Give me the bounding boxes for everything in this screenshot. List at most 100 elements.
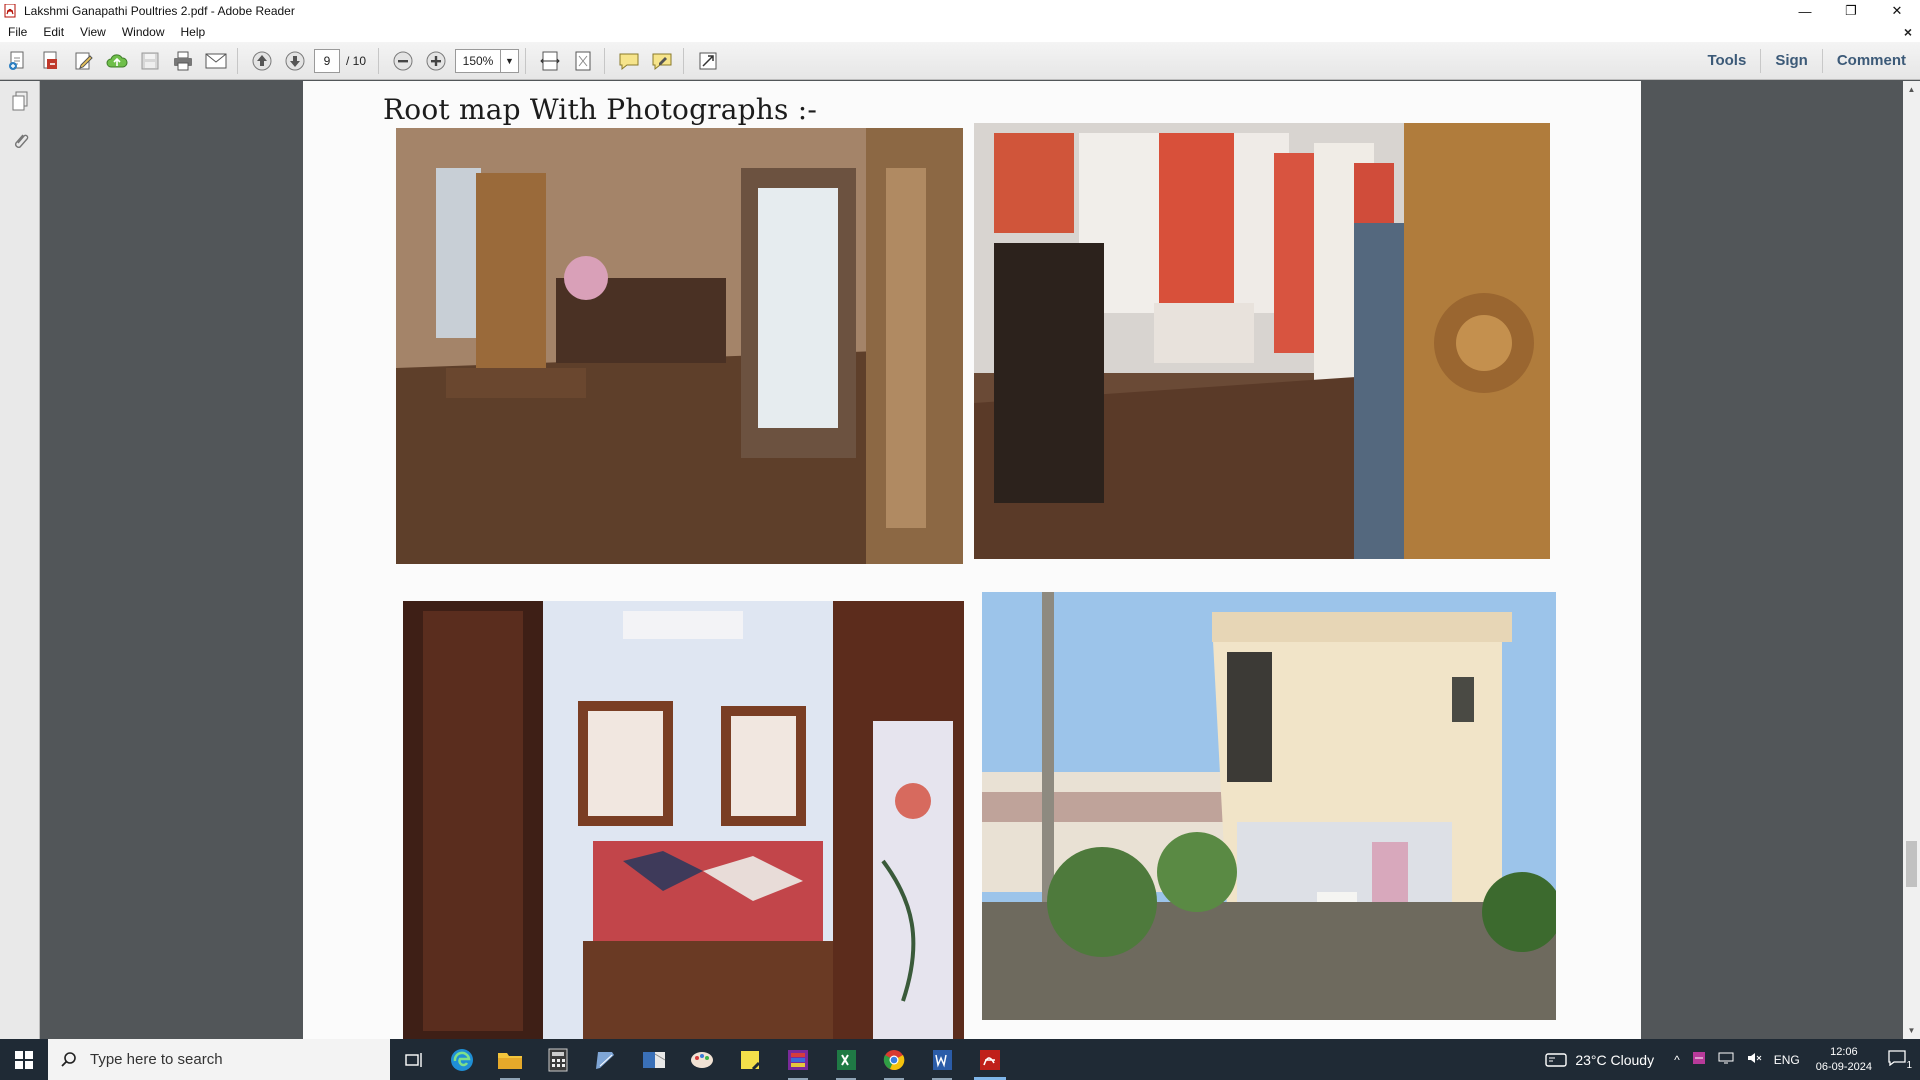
minimize-button[interactable]: — <box>1782 0 1828 22</box>
attachments-button[interactable] <box>0 121 40 161</box>
save-button[interactable] <box>135 46 165 76</box>
menu-file[interactable]: File <box>0 25 35 39</box>
network-icon[interactable] <box>1718 1051 1734 1068</box>
mail-app-icon <box>643 1051 666 1068</box>
highlighter-icon <box>652 53 672 70</box>
notification-center-button[interactable]: 1 <box>1888 1050 1912 1071</box>
system-tray: 23°C Cloudy ^ ENG 12:06 06-09-2024 1 <box>1545 1039 1920 1080</box>
start-button[interactable] <box>0 1039 48 1080</box>
printer-icon <box>174 51 192 70</box>
email-button[interactable] <box>201 46 231 76</box>
search-placeholder: Type here to search <box>90 1051 223 1068</box>
cloud-store-button[interactable] <box>102 46 132 76</box>
taskbar-notes-button[interactable] <box>582 1039 630 1080</box>
windows-taskbar: Type here to search 23°C Cloudy ^ ENG 12… <box>0 1039 1920 1080</box>
window-controls: — ❐ ✕ <box>1782 0 1920 22</box>
volume-muted-icon[interactable] <box>1746 1051 1762 1068</box>
paperclip-icon <box>15 134 29 148</box>
page-number-input[interactable]: 9 <box>314 48 340 73</box>
taskbar-search-box[interactable]: Type here to search <box>48 1039 390 1080</box>
taskbar-clock[interactable]: 12:06 06-09-2024 <box>1816 1045 1872 1075</box>
sticky-note-button[interactable] <box>614 46 644 76</box>
fit-width-button[interactable] <box>535 46 565 76</box>
close-button[interactable]: ✕ <box>1874 0 1920 22</box>
comment-pane-button[interactable]: Comment <box>1821 49 1920 73</box>
taskbar-chrome-button[interactable] <box>870 1039 918 1080</box>
taskbar-edge-button[interactable] <box>438 1039 486 1080</box>
vertical-scrollbar[interactable]: ▲ ▼ <box>1903 81 1920 1039</box>
weather-widget[interactable]: 23°C Cloudy <box>1545 1052 1654 1068</box>
previous-page-button[interactable] <box>247 46 277 76</box>
zoom-out-button[interactable] <box>388 46 418 76</box>
scroll-down-button[interactable]: ▼ <box>1903 1022 1920 1039</box>
arrow-up-icon <box>252 51 272 70</box>
photo-bedroom <box>403 601 964 1039</box>
page-thumbnails-button[interactable] <box>0 81 40 121</box>
tray-app-icon[interactable] <box>1692 1051 1706 1068</box>
cloud-upload-icon <box>106 53 128 67</box>
taskbar-file-explorer-button[interactable] <box>486 1039 534 1080</box>
menu-edit[interactable]: Edit <box>35 25 72 39</box>
fit-page-button[interactable] <box>568 46 598 76</box>
photo-kitchen <box>974 123 1550 559</box>
restore-button[interactable]: ❐ <box>1828 0 1874 22</box>
taskbar-excel-button[interactable] <box>822 1039 870 1080</box>
menu-help[interactable]: Help <box>173 25 214 39</box>
chrome-icon <box>883 1049 905 1070</box>
photo-building-exterior <box>982 592 1556 1020</box>
chevron-up-icon[interactable]: ^ <box>1674 1053 1680 1067</box>
edit-pdf-button[interactable] <box>69 46 99 76</box>
task-pane-links: Tools Sign Comment <box>1693 42 1920 80</box>
taskbar-outlook-button[interactable] <box>630 1039 678 1080</box>
menu-view[interactable]: View <box>72 25 114 39</box>
scroll-up-button[interactable]: ▲ <box>1903 81 1920 98</box>
windows-logo-icon <box>15 1050 33 1069</box>
title-bar: Lakshmi Ganapathi Poultries 2.pdf - Adob… <box>0 0 1920 22</box>
print-button[interactable] <box>168 46 198 76</box>
taskbar-word-button[interactable] <box>918 1039 966 1080</box>
task-view-button[interactable] <box>390 1039 438 1080</box>
weather-icon <box>1545 1052 1568 1067</box>
envelope-icon <box>205 53 227 68</box>
sticky-notes-icon <box>741 1050 761 1070</box>
pages-icon <box>12 91 28 111</box>
toolbar-divider <box>525 47 527 74</box>
menu-window[interactable]: Window <box>114 25 173 39</box>
taskbar-sticky-notes-button[interactable] <box>726 1039 774 1080</box>
notification-count: 1 <box>1906 1060 1912 1071</box>
full-screen-button[interactable] <box>693 46 723 76</box>
close-document-button[interactable]: × <box>1904 24 1912 40</box>
calculator-icon <box>548 1048 568 1071</box>
pdf-page: Root map With Photographs :- <box>303 81 1641 1039</box>
create-pdf-button[interactable] <box>3 46 33 76</box>
create-pdf-icon <box>9 51 24 70</box>
document-viewport[interactable]: Root map With Photographs :- <box>41 81 1903 1039</box>
page-total: / 10 <box>346 53 367 68</box>
highlight-button[interactable] <box>647 46 677 76</box>
chevron-down-icon[interactable]: ▼ <box>501 48 520 73</box>
taskbar-winrar-button[interactable] <box>774 1039 822 1080</box>
taskbar-paint-button[interactable] <box>678 1039 726 1080</box>
search-icon <box>61 1051 76 1067</box>
speech-bubble-icon <box>619 53 639 70</box>
zoom-in-button[interactable] <box>421 46 451 76</box>
input-language[interactable]: ENG <box>1774 1053 1800 1067</box>
zoom-select[interactable]: 150% ▼ <box>455 48 520 73</box>
sign-pane-button[interactable]: Sign <box>1760 49 1822 73</box>
toolbar-divider <box>378 47 380 74</box>
clock-time: 12:06 <box>1830 1045 1858 1058</box>
notification-icon <box>1888 1050 1906 1067</box>
taskbar-calculator-button[interactable] <box>534 1039 582 1080</box>
scrollbar-thumb[interactable] <box>1906 841 1917 887</box>
excel-icon <box>837 1049 856 1070</box>
plus-circle-icon <box>426 51 446 70</box>
export-pdf-button[interactable] <box>36 46 66 76</box>
zoom-value[interactable]: 150% <box>455 48 502 73</box>
taskbar-adobe-reader-button[interactable] <box>966 1039 1014 1080</box>
adobe-reader-icon <box>980 1049 1000 1070</box>
next-page-button[interactable] <box>280 46 310 76</box>
tools-pane-button[interactable]: Tools <box>1693 49 1760 73</box>
toolbar-divider <box>237 47 238 74</box>
toolbar-divider <box>604 47 606 74</box>
save-icon <box>141 52 159 69</box>
